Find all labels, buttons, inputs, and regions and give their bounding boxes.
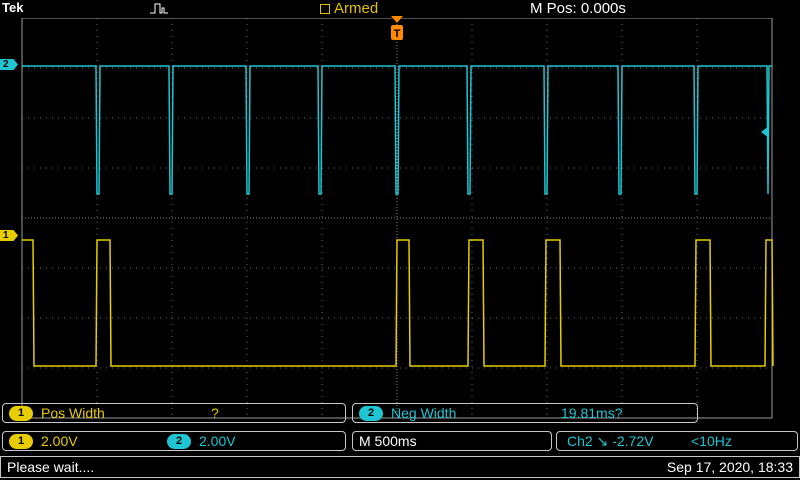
acquisition-status: Armed: [320, 0, 378, 17]
ch1-scale: 2.00V: [41, 433, 78, 449]
status-square-icon: [320, 3, 330, 14]
trigger-frequency: <10Hz: [691, 433, 732, 449]
ch1-scale-badge: 1: [9, 433, 33, 449]
measurement-2-label: Neg Width: [391, 405, 457, 421]
trigger-position-icon[interactable]: T: [390, 16, 404, 42]
ch2-scale: 2.00V: [199, 433, 236, 449]
measurement-1-value: ?: [211, 405, 219, 421]
acquisition-pulse-icon: [150, 3, 168, 14]
ch2-scale-badge: 2: [167, 433, 191, 449]
measurement-1-label: Pos Width: [41, 405, 105, 421]
measurement-1-panel[interactable]: 1 Pos Width ?: [2, 403, 346, 423]
status-message: Please wait....: [7, 459, 95, 475]
date-time: Sep 17, 2020, 18:33: [666, 459, 793, 475]
horizontal-position: M Pos: 0.000s: [530, 0, 626, 17]
status-bar: Please wait.... Sep 17, 2020, 18:33: [0, 456, 800, 478]
trigger-panel[interactable]: Ch2 ↘ -2.72V <10Hz: [556, 431, 798, 451]
svg-text:T: T: [394, 28, 401, 40]
graticule: [21, 17, 773, 419]
measurement-2-badge: 2: [359, 405, 383, 421]
vertical-scale-panel[interactable]: 1 2.00V 2 2.00V: [2, 431, 346, 451]
trigger-setting: Ch2 ↘ -2.72V: [567, 432, 654, 449]
brand-logo: Tek: [2, 0, 24, 15]
timebase-value: M 500ms: [359, 433, 417, 449]
timebase-panel[interactable]: M 500ms: [352, 431, 552, 451]
waveform-display: [21, 17, 774, 419]
status-text: Armed: [334, 0, 379, 17]
trigger-level-marker[interactable]: [761, 126, 769, 138]
measurement-2-value: 19.81ms?: [561, 405, 623, 421]
measurement-1-badge: 1: [9, 405, 33, 421]
measurement-2-panel[interactable]: 2 Neg Width 19.81ms?: [352, 403, 698, 423]
